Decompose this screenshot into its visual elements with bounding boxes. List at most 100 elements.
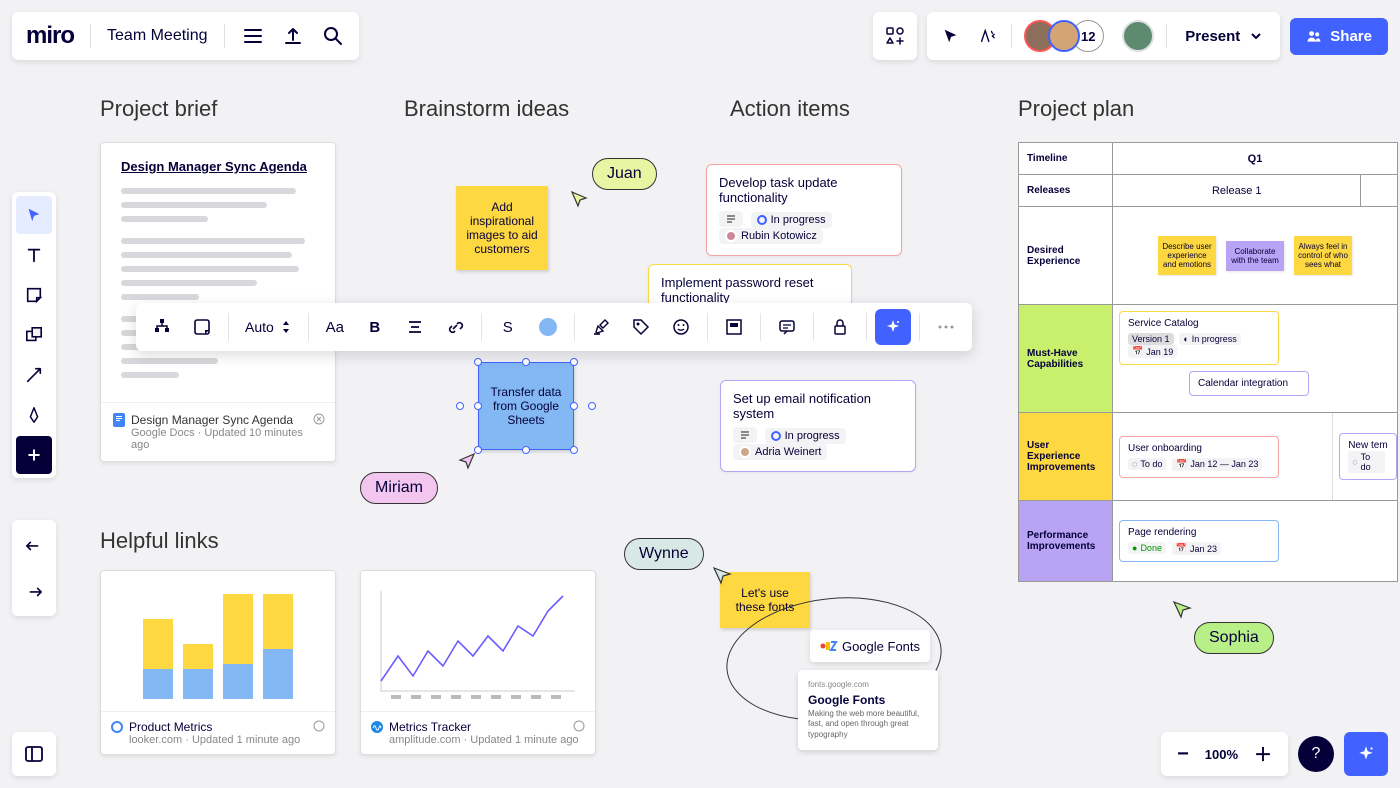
cursor-pointer-icon — [712, 566, 734, 588]
action-card-3[interactable]: Set up email notification system In prog… — [720, 380, 916, 472]
resize-handle[interactable] — [522, 446, 530, 454]
undo-button[interactable] — [16, 526, 52, 564]
resize-handle[interactable] — [570, 446, 578, 454]
board-title[interactable]: Team Meeting — [107, 27, 208, 45]
chip-date: 📅 Jan 23 — [1172, 542, 1221, 555]
plan-card[interactable]: Service Catalog Version 1 ◐ In progress … — [1119, 311, 1279, 365]
chip-desc-icon — [719, 211, 743, 227]
panel-toggle-button[interactable] — [12, 732, 56, 776]
cursor-label-juan: Juan — [592, 158, 657, 190]
plan-row-label: Desired Experience — [1019, 207, 1113, 304]
cursor-pointer-icon — [570, 190, 590, 210]
ctx-tag-icon[interactable] — [623, 309, 659, 345]
plan-card[interactable]: Page rendering ● Done 📅 Jan 23 — [1119, 520, 1279, 562]
reactions-icon[interactable] — [975, 24, 999, 48]
ctx-more-icon[interactable] — [928, 309, 964, 345]
ctx-hierarchy-icon[interactable] — [144, 309, 180, 345]
present-button[interactable]: Present — [1179, 28, 1268, 45]
chevron-down-icon — [1250, 30, 1262, 42]
side-handle[interactable] — [588, 402, 596, 410]
resize-handle[interactable] — [570, 358, 578, 366]
gfonts-logo-card[interactable]: Google Fonts — [810, 630, 930, 662]
ctx-highlight-icon[interactable] — [583, 309, 619, 345]
zoom-in-button[interactable]: ＋ — [1254, 741, 1272, 767]
expand-icon[interactable] — [313, 413, 325, 425]
expand-icon[interactable] — [313, 720, 325, 732]
chip-status: In progress — [751, 212, 832, 228]
gfonts-preview-card[interactable]: fonts.google.com Google Fonts Making the… — [798, 670, 938, 750]
chip-status: In progress — [765, 428, 846, 444]
link-title: Metrics Tracker — [389, 720, 471, 734]
ctx-comment-icon[interactable] — [769, 309, 805, 345]
amplitude-icon — [371, 721, 383, 733]
text-tool[interactable] — [16, 236, 52, 274]
sticky-inspire[interactable]: Add inspirational images to aid customer… — [456, 186, 548, 270]
ctx-size[interactable]: S — [490, 309, 526, 345]
ctx-emoji-icon[interactable] — [663, 309, 699, 345]
avatar-self[interactable] — [1122, 20, 1154, 52]
link-footer: Product Metrics looker.com · Updated 1 m… — [101, 711, 335, 754]
hamburger-icon[interactable] — [241, 24, 265, 48]
section-title-actions: Action items — [730, 96, 850, 122]
select-tool[interactable] — [16, 196, 52, 234]
resize-handle[interactable] — [474, 402, 482, 410]
link-card-metrics[interactable]: Product Metrics looker.com · Updated 1 m… — [100, 570, 336, 755]
miro-logo[interactable]: miro — [26, 22, 74, 50]
help-button[interactable]: ? — [1298, 736, 1334, 772]
action-card-1[interactable]: Develop task update functionality In pro… — [706, 164, 902, 256]
section-title-links: Helpful links — [100, 528, 219, 554]
shape-tool[interactable] — [16, 316, 52, 354]
resize-handle[interactable] — [570, 402, 578, 410]
resize-handle[interactable] — [522, 358, 530, 366]
ctx-lock-icon[interactable] — [822, 309, 858, 345]
avatar-stack[interactable]: 12 — [1024, 20, 1104, 52]
plan-card[interactable]: New tem ◌ To do — [1339, 433, 1396, 480]
link-sub: looker.com · Updated 1 minute ago — [129, 734, 325, 746]
upload-icon[interactable] — [281, 24, 305, 48]
ctx-color-picker[interactable] — [530, 309, 566, 345]
link-card-tracker[interactable]: Metrics Tracker amplitude.com · Updated … — [360, 570, 596, 755]
divider — [224, 24, 225, 48]
add-tool[interactable] — [16, 436, 52, 474]
apps-button[interactable] — [873, 12, 917, 60]
doc-footer-sub: Google Docs · Updated 10 minutes ago — [131, 427, 323, 451]
ctx-font[interactable]: Aa — [317, 309, 353, 345]
ai-assist-button[interactable] — [1344, 732, 1388, 776]
sticky-tool[interactable] — [16, 276, 52, 314]
redo-button[interactable] — [16, 572, 52, 610]
bottom-right-cluster: − 100% ＋ ? — [1161, 732, 1388, 776]
share-button[interactable]: Share — [1290, 18, 1388, 55]
cursor-label-miriam: Miriam — [360, 472, 438, 504]
ctx-card-icon[interactable] — [184, 309, 220, 345]
divider — [90, 24, 91, 48]
cursor-icon[interactable] — [939, 24, 963, 48]
plan-card[interactable]: User onboarding ◌ To do 📅 Jan 12 — Jan 2… — [1119, 436, 1279, 478]
side-handle[interactable] — [456, 402, 464, 410]
section-title-brief: Project brief — [100, 96, 217, 122]
ctx-bold[interactable]: B — [357, 309, 393, 345]
ctx-auto-size[interactable]: Auto — [237, 319, 300, 335]
ctx-align-icon[interactable] — [397, 309, 433, 345]
ctx-ai-button[interactable] — [875, 309, 911, 345]
link-sub: amplitude.com · Updated 1 minute ago — [389, 734, 585, 746]
avatar[interactable] — [1048, 20, 1080, 52]
mini-sticky[interactable]: Always feel in control of who sees what — [1294, 236, 1352, 275]
pen-tool[interactable] — [16, 396, 52, 434]
line-tool[interactable] — [16, 356, 52, 394]
topbar-left: miro Team Meeting — [12, 12, 359, 60]
zoom-out-button[interactable]: − — [1177, 743, 1189, 766]
zoom-level[interactable]: 100% — [1205, 747, 1238, 762]
context-toolbar: Auto Aa B S — [136, 303, 972, 351]
expand-icon[interactable] — [573, 720, 585, 732]
search-icon[interactable] — [321, 24, 345, 48]
plan-card[interactable]: Calendar integration — [1189, 371, 1309, 396]
resize-handle[interactable] — [474, 358, 482, 366]
ctx-layout-icon[interactable] — [716, 309, 752, 345]
mini-sticky[interactable]: Describe user experience and emotions — [1158, 236, 1216, 275]
ctx-link-icon[interactable] — [437, 309, 473, 345]
mini-sticky[interactable]: Collaborate with the team — [1226, 241, 1284, 271]
doc-card[interactable]: Design Manager Sync Agenda Design Manage… — [100, 142, 336, 462]
selection-handles — [478, 362, 574, 450]
cursor-pointer-icon — [1172, 600, 1194, 622]
project-plan-grid[interactable]: Timeline Q1 Releases Release 1 Desired E… — [1018, 142, 1398, 582]
